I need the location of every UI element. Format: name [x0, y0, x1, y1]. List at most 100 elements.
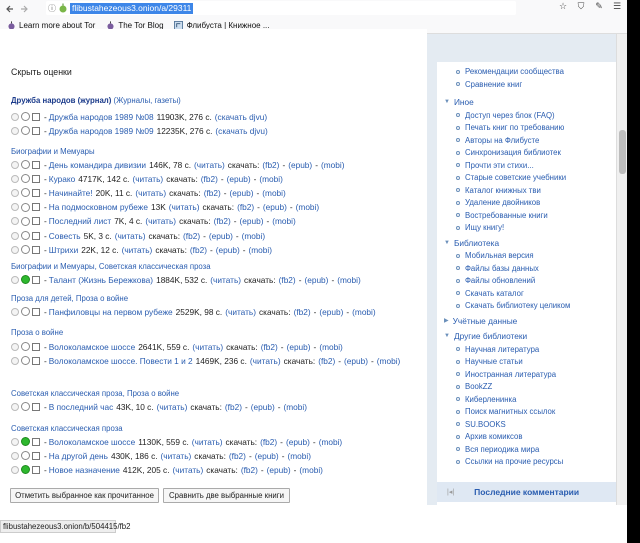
rating-icon[interactable] [11, 126, 19, 135]
sidebar-group-heading[interactable]: ▼ Библиотека [444, 238, 499, 248]
book-title-link[interactable]: Курако [49, 174, 75, 184]
read-link[interactable]: (читать) [132, 174, 163, 184]
sidebar-link[interactable]: Архив комиксов [456, 432, 523, 441]
book-title-link[interactable]: Дружба народов 1989 №08 [49, 112, 154, 122]
fb2-link[interactable]: (fb2) [201, 174, 218, 184]
rating-icon[interactable] [11, 451, 19, 460]
select-radio[interactable] [21, 275, 30, 284]
fb2-link[interactable]: (fb2) [262, 160, 279, 170]
select-checkbox[interactable] [32, 174, 40, 183]
sidebar-link[interactable]: Печать книг по требованию [456, 123, 564, 132]
book-title-link[interactable]: Штрихи [49, 245, 78, 255]
sidebar-link[interactable]: Ссылки на прочие ресурсы [456, 457, 563, 466]
genre-heading[interactable]: Биографии и Мемуары [11, 147, 95, 156]
rating-icon[interactable] [11, 356, 19, 365]
sidebar-link[interactable]: Иностранная литература [456, 370, 556, 379]
fb2-link[interactable]: (fb2) [261, 342, 278, 352]
book-title-link[interactable]: Талант (Жизнь Бережкова) [49, 275, 153, 285]
mobi-link[interactable]: (mobi) [262, 188, 286, 198]
sidebar-link[interactable]: Синхронизация библиотек [456, 148, 561, 157]
book-title-link[interactable]: Последний лист [49, 216, 111, 226]
read-link[interactable]: (читать) [192, 342, 223, 352]
genre-heading-text[interactable]: Дружба народов (журнал) [11, 96, 111, 105]
mobi-link[interactable]: (mobi) [248, 245, 272, 255]
book-title-link[interactable]: Совесть [49, 231, 81, 241]
sidebar-link[interactable]: BookZZ [456, 382, 492, 391]
hide-ratings-link[interactable]: Скрыть оценки [11, 67, 72, 77]
sidebar-group-heading[interactable]: ▼ Другие библиотеки [444, 331, 527, 341]
select-checkbox[interactable] [32, 245, 40, 254]
select-radio[interactable] [21, 202, 30, 212]
fb2-link[interactable]: (fb2) [279, 275, 296, 285]
tor-circuit-icon[interactable]: ✎ [593, 1, 605, 12]
latest-comments-header[interactable]: |◂| Последние комментарии [437, 482, 619, 502]
mobi-link[interactable]: (mobi) [284, 402, 308, 412]
epub-link[interactable]: (epub) [239, 216, 263, 226]
genre-heading-text[interactable]: Биографии и Мемуары [11, 147, 95, 156]
fb2-link[interactable]: (fb2) [183, 231, 200, 241]
sidebar-link[interactable]: Поиск магнитных ссылок [456, 407, 555, 416]
select-checkbox[interactable] [32, 437, 40, 446]
mark-read-button[interactable]: Отметить выбранное как прочитанное [10, 488, 159, 503]
fb2-link[interactable]: (fb2) [204, 188, 221, 198]
read-link[interactable]: (читать) [225, 307, 256, 317]
sidebar-link[interactable]: SU.BOOKS [456, 420, 506, 429]
rating-icon[interactable] [11, 203, 19, 212]
select-checkbox[interactable] [32, 160, 40, 169]
book-title-link[interactable]: Начинайте! [49, 188, 93, 198]
book-title-link[interactable]: День командира дивизии [49, 160, 146, 170]
menu-icon[interactable]: ☰ [611, 1, 623, 12]
fb2-link[interactable]: (fb2) [237, 202, 254, 212]
select-radio[interactable] [21, 216, 30, 226]
sidebar-link[interactable]: Доступ через блок (FAQ) [456, 111, 555, 120]
info-icon[interactable]: ⓘ [48, 3, 58, 14]
epub-link[interactable]: (epub) [263, 202, 287, 212]
book-title-link[interactable]: В последний час [49, 402, 113, 412]
mobi-link[interactable]: (mobi) [321, 160, 345, 170]
star-icon[interactable]: ☆ [557, 1, 569, 12]
genre-heading-text[interactable]: Проза для детей, Проза о войне [11, 294, 128, 303]
genre-heading[interactable]: Проза о войне [11, 328, 63, 337]
genre-heading-text[interactable]: Проза о войне [11, 328, 63, 337]
fb2-link[interactable]: (fb2) [229, 451, 246, 461]
mobi-link[interactable]: (mobi) [377, 356, 401, 366]
epub-link[interactable]: (epub) [344, 356, 368, 366]
book-title-link[interactable]: На подмосковном рубеже [49, 202, 148, 212]
epub-link[interactable]: (epub) [287, 342, 311, 352]
epub-link[interactable]: (epub) [288, 160, 312, 170]
sidebar-group-heading[interactable]: ▶ Учётные данные [444, 316, 517, 326]
rating-icon[interactable] [11, 342, 19, 351]
epub-link[interactable]: (epub) [286, 437, 310, 447]
select-radio[interactable] [21, 356, 30, 366]
epub-link[interactable]: (epub) [267, 465, 291, 475]
read-link[interactable]: (читать) [173, 465, 204, 475]
sidebar-link[interactable]: Скачать библиотеку целиком [456, 301, 570, 310]
genre-heading-text[interactable]: Советская классическая проза, Проза о во… [11, 389, 179, 398]
epub-link[interactable]: (epub) [255, 451, 279, 461]
url-bar[interactable]: ⓘ flibustahezeous3.onion/a/29311 [46, 1, 516, 15]
sidebar-link[interactable]: Научные статьи [456, 357, 523, 366]
sidebar-link[interactable]: Киберленинка [456, 395, 516, 404]
select-radio[interactable] [21, 245, 30, 255]
select-radio[interactable] [21, 451, 30, 461]
mobi-link[interactable]: (mobi) [272, 216, 296, 226]
genre-heading[interactable]: Советская классическая проза, Проза о во… [11, 389, 179, 398]
book-title-link[interactable]: Волоколамское шоссе. Повести 1 и 2 [49, 356, 193, 366]
sidebar-link[interactable]: Прочти эти стихи... [456, 161, 534, 170]
read-link[interactable]: (читать) [192, 437, 223, 447]
select-radio[interactable] [21, 174, 30, 184]
mobi-link[interactable]: (mobi) [319, 437, 343, 447]
mobi-link[interactable]: (mobi) [259, 174, 283, 184]
sidebar-link[interactable]: Файлы обновлений [456, 276, 535, 285]
select-radio[interactable] [21, 342, 30, 351]
mobi-link[interactable]: (mobi) [296, 202, 320, 212]
read-link[interactable]: (читать) [157, 402, 188, 412]
book-title-link[interactable]: Панфиловцы на первом рубеже [49, 307, 173, 317]
sidebar-link[interactable]: Вся периодика мира [456, 445, 539, 454]
book-title-link[interactable]: Новое назначение [49, 465, 120, 475]
genre-heading[interactable]: Биографии и Мемуары, Советская классичес… [11, 262, 211, 271]
scrollbar-thumb[interactable] [619, 130, 626, 174]
genre-heading[interactable]: Дружба народов (журнал) (Журналы, газеты… [11, 96, 181, 105]
select-checkbox[interactable] [32, 307, 40, 316]
sidebar-link[interactable]: Востребованные книги [456, 211, 548, 220]
